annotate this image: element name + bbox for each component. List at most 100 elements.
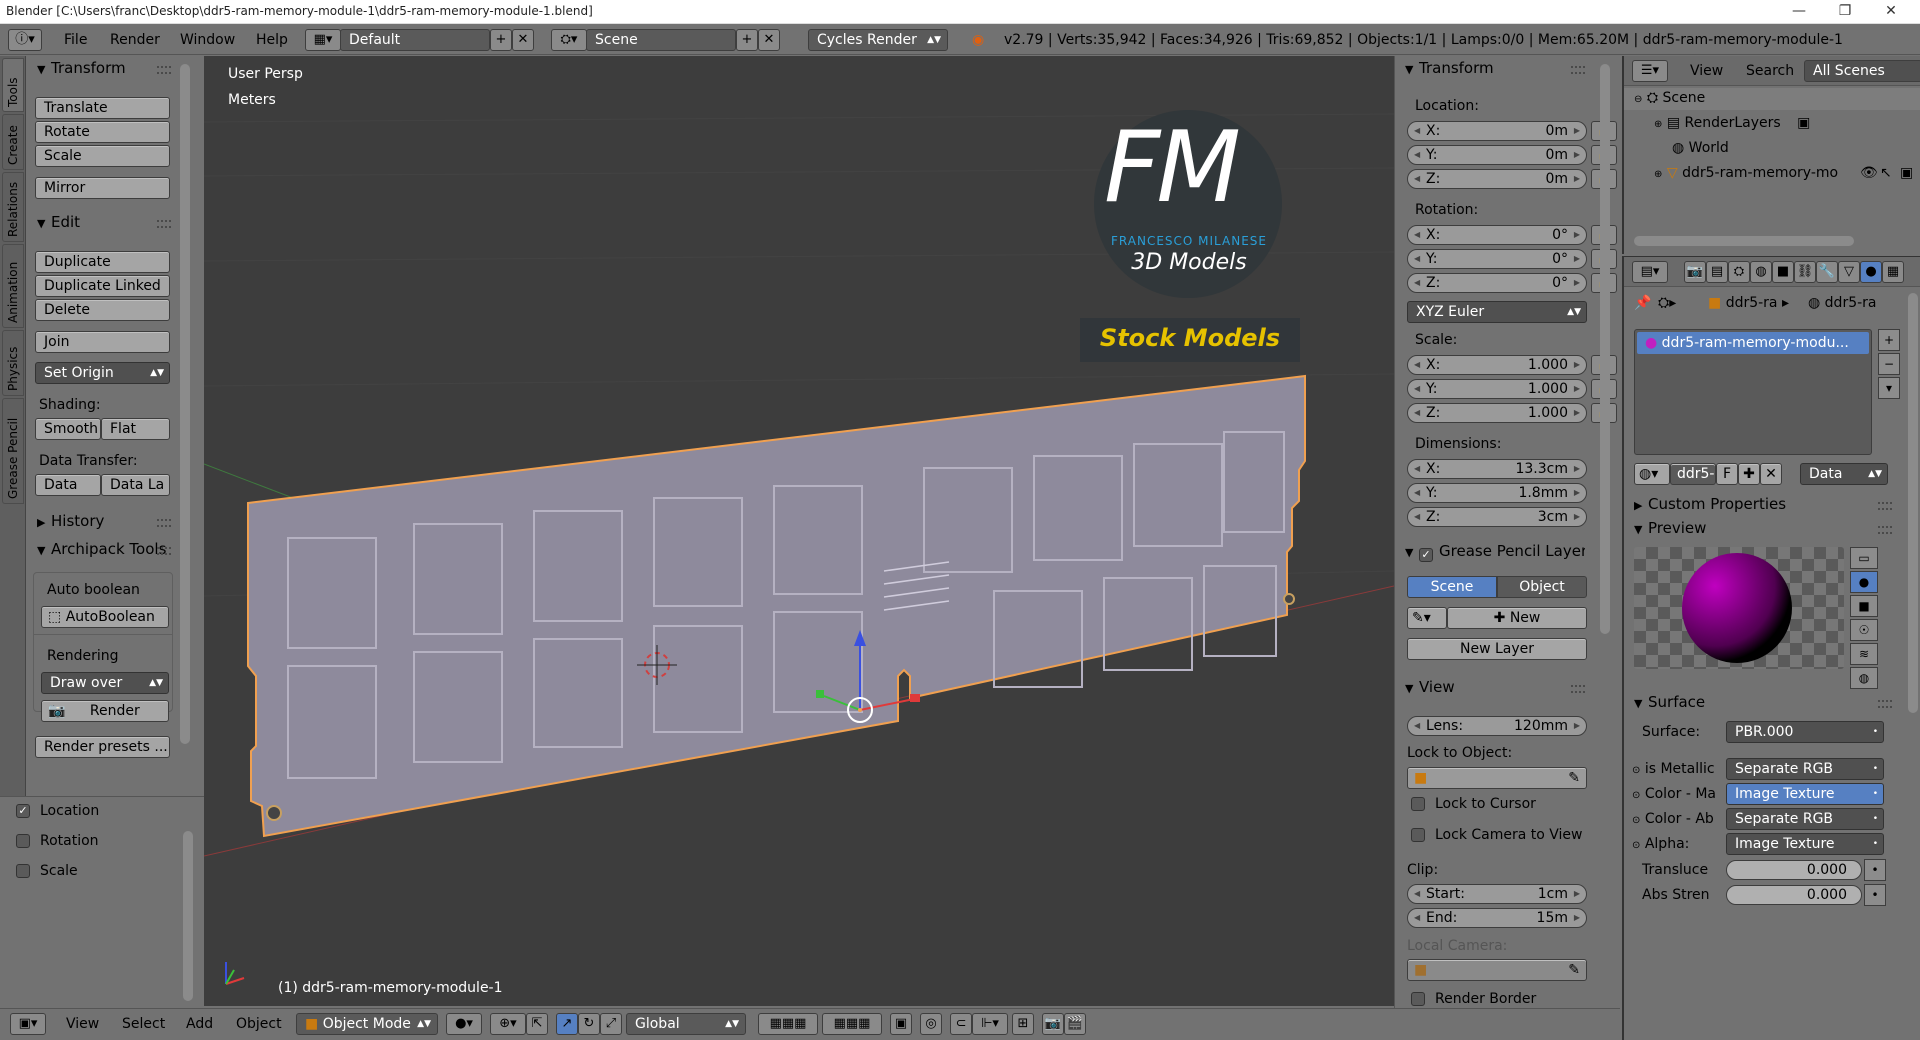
pivot-point-icon[interactable]: ⊕▾ [490, 1013, 526, 1035]
set-origin-dropdown[interactable]: Set Origin ▲▼ [35, 362, 170, 384]
snap-element-icon[interactable]: ⊩▾ [972, 1013, 1008, 1035]
ram-module[interactable] [247, 374, 1306, 838]
lock-to-cursor-checkbox[interactable] [1411, 797, 1425, 811]
3d-viewport[interactable]: User Persp Meters (1) ddr5-ram-memory-mo… [204, 56, 1394, 1006]
view-header[interactable]: ▼ View [1405, 676, 1455, 698]
object-tab-icon[interactable]: ■ [1772, 261, 1794, 283]
tab-create[interactable]: Create [2, 114, 24, 170]
data-tab-icon[interactable]: ▽ [1838, 261, 1860, 283]
drag-handle-icon[interactable] [1878, 526, 1892, 534]
tab-animation[interactable]: Animation [2, 244, 24, 328]
new-material-icon[interactable]: ✚ [1738, 463, 1760, 485]
location-checkbox[interactable]: ✓ [16, 804, 30, 818]
proportional-edit-icon[interactable]: ◎ [920, 1013, 942, 1035]
remove-scene-icon[interactable]: ✕ [758, 29, 780, 51]
outliner-view-menu[interactable]: View [1690, 60, 1723, 82]
remove-layout-icon[interactable]: ✕ [512, 29, 534, 51]
delete-button[interactable]: Delete [35, 299, 170, 321]
custom-properties-header[interactable]: ▶ Custom Properties [1634, 493, 1786, 515]
duplicate-button[interactable]: Duplicate [35, 251, 170, 273]
drag-handle-icon[interactable] [157, 66, 171, 74]
tree-object[interactable]: ⊕ ▽ ddr5-ram-memory-mo [1654, 165, 1838, 181]
preview-flat-icon[interactable]: ▭ [1850, 547, 1878, 569]
rotation-z-field[interactable]: ◀ Z: 0° ▶ [1407, 273, 1587, 293]
draw-over-dropdown[interactable]: Draw over ▲▼ [41, 672, 169, 694]
menu-file[interactable]: File [64, 29, 87, 51]
data-layers-button[interactable]: Data La [101, 474, 170, 496]
preview-cube-icon[interactable]: ■ [1850, 595, 1878, 617]
input-metallic-dropdown[interactable]: Separate RGB • [1726, 758, 1884, 780]
add-slot-icon[interactable]: + [1878, 329, 1900, 351]
preview-sphere-icon[interactable]: ● [1850, 571, 1878, 593]
view3d-editor-icon[interactable]: ▣▾ [10, 1013, 46, 1035]
scale-z-field[interactable]: ◀ Z: 1.000 ▶ [1407, 403, 1587, 423]
render-layer-toggle-icon[interactable]: ▣ [1797, 115, 1810, 131]
eyedropper-icon[interactable]: ✎ [1568, 960, 1580, 980]
properties-editor-icon[interactable]: ▤▾ [1632, 261, 1668, 283]
world-tab-icon[interactable]: ◍ [1750, 261, 1772, 283]
slot-menu-icon[interactable]: ▾ [1878, 377, 1900, 399]
minimize-button[interactable]: — [1776, 0, 1822, 24]
surface-header[interactable]: ▼ Surface [1634, 691, 1705, 713]
duplicate-linked-button[interactable]: Duplicate Linked [35, 275, 170, 297]
manipulator-icon[interactable]: ⇱ [526, 1013, 548, 1035]
texture-tab-icon[interactable]: ▦ [1882, 261, 1904, 283]
properties-region-scrollbar[interactable] [1600, 64, 1610, 634]
breadcrumb-object[interactable]: ■ ddr5-ra ▸ [1708, 295, 1789, 311]
editor-type-info-icon[interactable]: ⓘ▾ [8, 29, 42, 51]
tree-renderlayers[interactable]: ⊕ ▤ RenderLayers ▣ [1654, 115, 1810, 131]
lock-object-field[interactable]: ■ ✎ [1407, 767, 1587, 789]
constraints-tab-icon[interactable]: ⛓ [1794, 261, 1816, 283]
render-button[interactable]: 📷 Render [41, 700, 169, 722]
scale-checkbox[interactable] [16, 864, 30, 878]
dimension-z-field[interactable]: ◀ Z: 3cm ▶ [1407, 507, 1587, 527]
menu-window[interactable]: Window [180, 29, 235, 51]
dimension-x-field[interactable]: ◀ X: 13.3cm ▶ [1407, 459, 1587, 479]
tab-tools[interactable]: Tools [2, 58, 24, 112]
grease-scene-toggle[interactable]: Scene [1407, 576, 1497, 598]
input-color-ab-dropdown[interactable]: Separate RGB • [1726, 808, 1884, 830]
browse-material-icon[interactable]: ◍▾ [1634, 463, 1670, 485]
location-y-field[interactable]: ◀ Y: 0m ▶ [1407, 145, 1587, 165]
pin-icon[interactable]: 📌 [1634, 295, 1651, 311]
breadcrumb-material[interactable]: ◍ ddr5-ra [1808, 295, 1877, 311]
translucent-socket-icon[interactable]: • [1864, 859, 1886, 881]
mirror-button[interactable]: Mirror [35, 177, 170, 199]
n-transform-header[interactable]: ▼ Transform [1405, 57, 1494, 79]
abs-strength-field[interactable]: 0.000 [1726, 885, 1862, 905]
outliner-search-menu[interactable]: Search [1746, 60, 1794, 82]
scene-icon[interactable]: ⛭▾ [551, 29, 587, 51]
clip-end-field[interactable]: ◀ End: 15m ▶ [1407, 908, 1587, 928]
preview-hair-icon[interactable]: ≋ [1850, 643, 1878, 665]
rotation-y-field[interactable]: ◀ Y: 0° ▶ [1407, 249, 1587, 269]
rotate-manipulator-icon[interactable]: ↻ [578, 1013, 600, 1035]
grease-pencil-icon[interactable]: ✎▾ [1407, 607, 1447, 629]
options-scrollbar[interactable] [183, 831, 193, 1001]
tab-relations[interactable]: Relations [2, 172, 24, 242]
menu-object[interactable]: Object [236, 1013, 282, 1035]
mode-dropdown[interactable]: ■ Object Mode ▲▼ [296, 1013, 438, 1035]
snap-target-icon[interactable]: ⊞ [1012, 1013, 1034, 1035]
render-tab-icon[interactable]: 📷 [1684, 261, 1706, 283]
preview-monkey-icon[interactable]: ☉ [1850, 619, 1878, 641]
selectable-cursor-icon[interactable]: ↖ [1880, 165, 1892, 181]
tool-shelf-scrollbar[interactable] [180, 64, 190, 744]
scale-y-field[interactable]: ◀ Y: 1.000 ▶ [1407, 379, 1587, 399]
remove-slot-icon[interactable]: − [1878, 353, 1900, 375]
location-z-field[interactable]: ◀ Z: 0m ▶ [1407, 169, 1587, 189]
tab-physics[interactable]: Physics [2, 330, 24, 396]
grease-new-button[interactable]: ✚ New [1447, 607, 1587, 629]
maximize-button[interactable]: ❐ [1822, 0, 1868, 24]
transform-header[interactable]: ▼ Transform [37, 57, 126, 79]
outliner-filter-dropdown[interactable]: All Scenes [1804, 60, 1920, 82]
input-alpha-dropdown[interactable]: Image Texture • [1726, 833, 1884, 855]
properties-scrollbar[interactable] [1908, 293, 1918, 713]
render-border-checkbox[interactable] [1411, 992, 1425, 1006]
lens-field[interactable]: ◀ Lens: 120mm ▶ [1407, 716, 1587, 736]
join-button[interactable]: Join [35, 331, 170, 353]
add-layout-icon[interactable]: + [490, 29, 512, 51]
eyedropper-icon[interactable]: ✎ [1568, 768, 1580, 788]
tree-world[interactable]: ◍ World [1672, 140, 1729, 156]
new-layer-button[interactable]: New Layer [1407, 638, 1587, 660]
lock-camera-checkbox[interactable] [1411, 828, 1425, 842]
